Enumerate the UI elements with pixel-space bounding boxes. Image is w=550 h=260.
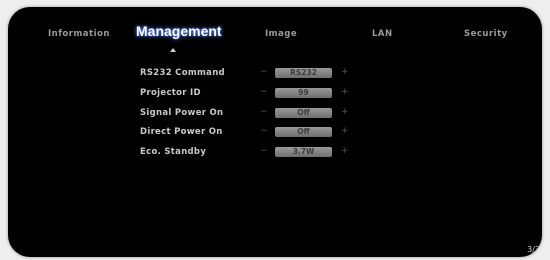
tab-security[interactable]: Security (464, 29, 508, 39)
setting-value[interactable]: Off (275, 127, 332, 137)
decrease-button[interactable]: − (260, 126, 268, 136)
increase-button[interactable]: + (341, 67, 349, 77)
decrease-button[interactable]: − (260, 146, 268, 156)
tab-image[interactable]: Image (265, 29, 297, 39)
setting-value[interactable]: RS232 (275, 68, 332, 78)
osd-menu-screen: Information Management Image LAN Securit… (8, 7, 542, 257)
tab-lan[interactable]: LAN (372, 29, 393, 39)
tab-management[interactable]: Management (136, 23, 222, 39)
tab-information[interactable]: Information (48, 29, 110, 39)
setting-row-eco-standby[interactable]: Eco. Standby − 3.7W + (8, 144, 542, 160)
increase-button[interactable]: + (341, 87, 349, 97)
setting-row-signal-power-on[interactable]: Signal Power On − Off + (8, 105, 542, 121)
setting-value[interactable]: 99 (275, 88, 332, 98)
page-indicator: 3/3 (527, 245, 540, 254)
increase-button[interactable]: + (341, 107, 349, 117)
increase-button[interactable]: + (341, 126, 349, 136)
decrease-button[interactable]: − (260, 67, 268, 77)
setting-row-rs232-command[interactable]: RS232 Command − RS232 + (8, 65, 542, 81)
setting-label: Signal Power On (140, 108, 224, 118)
decrease-button[interactable]: − (260, 107, 268, 117)
setting-value[interactable]: Off (275, 108, 332, 118)
osd-frame: Information Management Image LAN Securit… (0, 0, 550, 260)
setting-value[interactable]: 3.7W (275, 147, 332, 157)
setting-row-direct-power-on[interactable]: Direct Power On − Off + (8, 124, 542, 140)
setting-label: Eco. Standby (140, 147, 207, 157)
decrease-button[interactable]: − (260, 87, 268, 97)
setting-row-projector-id[interactable]: Projector ID − 99 + (8, 85, 542, 101)
increase-button[interactable]: + (341, 146, 349, 156)
setting-label: Direct Power On (140, 127, 223, 137)
setting-label: RS232 Command (140, 68, 225, 78)
tab-bar: Information Management Image LAN Securit… (8, 23, 542, 47)
caret-up-icon (170, 48, 176, 52)
setting-label: Projector ID (140, 88, 201, 98)
